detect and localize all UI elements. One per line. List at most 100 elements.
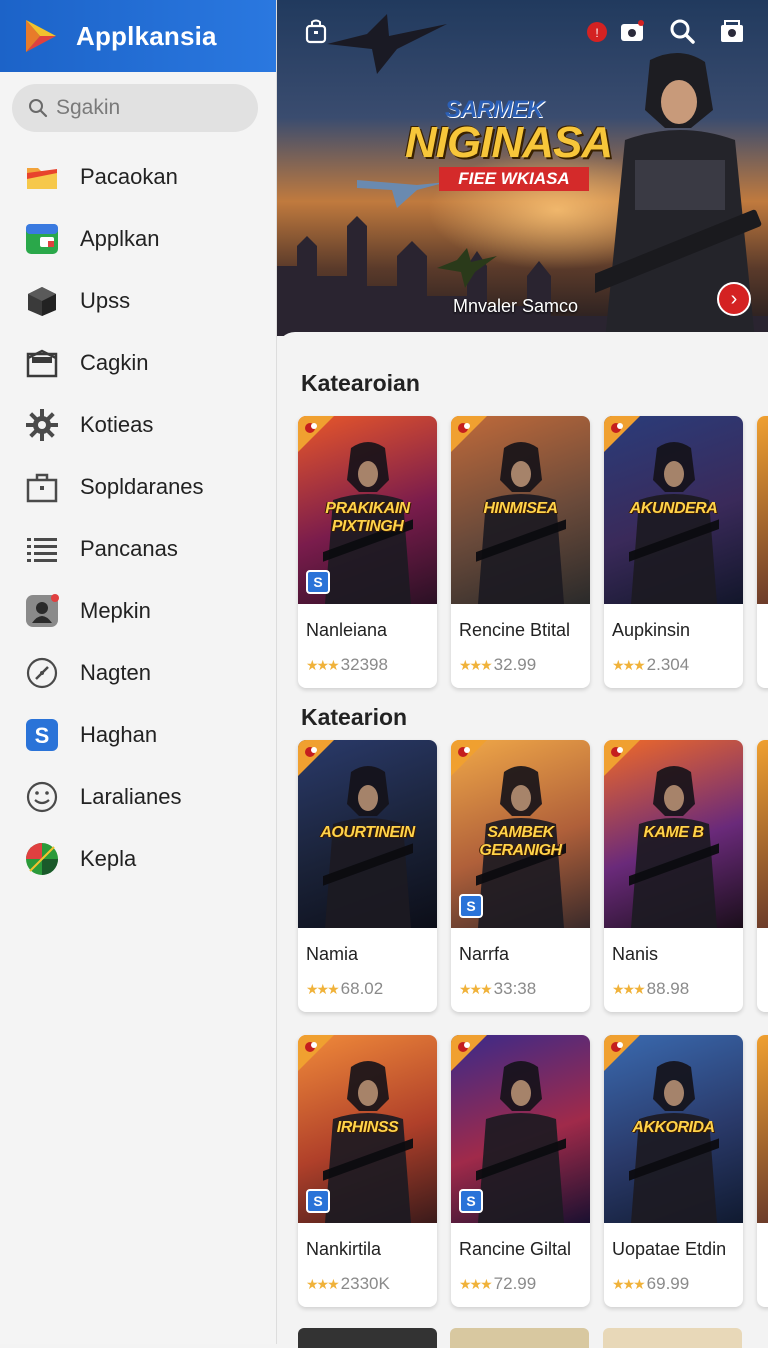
card-peek[interactable] [757,740,768,1012]
game-title: Aupkinsin [612,620,691,640]
sidebar-item-pancanas[interactable]: Pancanas [0,518,276,580]
smile-icon [24,779,60,815]
game-cover-art: KAME B [604,740,743,928]
card-row: PRAKIKAIN PIXTINGH S Nanleiana ★★★32398 [298,416,768,688]
bag-icon[interactable] [301,16,331,46]
ribbon-badge-icon [604,1035,640,1071]
rating-stars-icon: ★★★ [306,1276,340,1292]
rating-value: 32.99 [493,655,537,674]
sidebar-item-kepla[interactable]: Kepla [0,828,276,890]
s-app-icon: S [24,717,60,753]
sidebar-item-haghan[interactable]: S Haghan [0,704,276,766]
game-cover-art: HINMISEA [451,416,590,604]
card-peek[interactable] [757,416,768,688]
game-card[interactable]: AKKORIDA Uopatae Etdin ★★★ 69.99 [604,1035,743,1307]
game-cover-art: AKKORIDA [604,1035,743,1223]
game-title: Rancine Giltal [459,1239,572,1259]
sidebar-item-laralianes[interactable]: Laralianes [0,766,276,828]
game-title: Nanleiana [306,620,388,640]
card-peek[interactable] [603,1328,742,1348]
folder-icon [24,159,60,195]
game-cover-title: SAMBEK GERANIGH [479,824,562,859]
game-rating: ★★★ 2330K [298,1260,437,1294]
cube-icon [24,283,60,319]
briefcase-icon [24,469,60,505]
sidebar-item-sopldaranes[interactable]: Sopldaranes [0,456,276,518]
game-rating: ★★★ 69.99 [604,1260,743,1294]
game-rating: ★★★ 72.99 [451,1260,590,1294]
sidebar-item-label: Cagkin [80,350,149,375]
ribbon-badge-icon [298,740,334,776]
game-card[interactable]: HINMISEA Rencine Btital ★★★ 32.99 [451,416,590,688]
card-peek[interactable] [298,1328,437,1348]
game-card[interactable]: AOURTINEIN Namia ★★★ 68.02 [298,740,437,1012]
game-cover-title: KAME B [643,824,704,841]
game-rating: ★★★ 88.98 [604,965,743,999]
card-peek[interactable] [757,1035,768,1307]
game-cover-title: AKKORIDA [632,1119,715,1136]
compass-icon [24,655,60,691]
ribbon-badge-icon [298,416,334,452]
game-cover-art: PRAKIKAIN PIXTINGH S [298,416,437,604]
character-figure [629,766,719,928]
sidebar-nav: Pacaokan Applkan Upss Cagkin Kotieas Sop… [0,146,276,890]
apps-icon [24,221,60,257]
rating-stars-icon: ★★★ [459,981,493,997]
rating-stars-icon: ★★★ [459,1276,493,1292]
card-row: IRHINSS S Nankirtila ★★★ 2330K S Rancine… [298,1035,768,1307]
main-content: ! SARMEK NIGINASA FIEE WKIASA Mnvaler Sa… [277,0,768,1348]
search-icon [29,99,48,118]
sidebar-item-mepkin[interactable]: Mepkin [0,580,276,642]
hero-caption: Mnvaler Samco [453,296,579,316]
ribbon-badge-icon [451,1035,487,1071]
game-card[interactable]: AKUNDERA Aupkinsin ★★★ 2.304 [604,416,743,688]
sidebar-item-label: Applkan [80,226,160,251]
game-cover-art: SAMBEK GERANIGH S [451,740,590,928]
game-cover-title: HINMISEA [483,500,558,517]
search-icon[interactable] [667,16,697,46]
game-rating: ★★★ 32398 [298,641,437,675]
sidebar-item-kotieas[interactable]: Kotieas [0,394,276,456]
hero-banner[interactable]: ! SARMEK NIGINASA FIEE WKIASA Mnvaler Sa… [277,0,768,336]
sidebar-item-label: Pancanas [80,536,178,561]
character-figure [323,1061,413,1223]
list-icon [24,531,60,567]
creature-silhouette-icon [437,248,497,288]
game-card[interactable]: S Rancine Giltal ★★★ 72.99 [451,1035,590,1307]
game-rating: ★★★ 68.02 [298,965,437,999]
ribbon-badge-icon [451,740,487,776]
s-app-icon: S [459,1189,483,1213]
game-card[interactable]: IRHINSS S Nankirtila ★★★ 2330K [298,1035,437,1307]
notification-icon[interactable]: ! [583,16,613,46]
sidebar-item-applkan[interactable]: Applkan [0,208,276,270]
svg-text:!: ! [595,26,598,40]
sidebar-item-cagkin[interactable]: Cagkin [0,332,276,394]
game-cover-art: AOURTINEIN [298,740,437,928]
card-peek[interactable] [450,1328,589,1348]
sidebar-item-pacaokan[interactable]: Pacaokan [0,146,276,208]
sidebar-item-label: Pacaokan [80,164,178,189]
character-figure [476,442,566,604]
game-cover-art: IRHINSS S [298,1035,437,1223]
game-title: Nankirtila [306,1239,382,1259]
hero-toolbar: ! [277,16,768,48]
game-rating: ★★★ 32.99 [451,641,590,675]
search-input[interactable]: Sgakin [12,84,258,132]
game-card[interactable]: SAMBEK GERANIGH S Narrfa ★★★ 33:38 [451,740,590,1012]
search-placeholder: Sgakin [56,96,121,119]
game-card[interactable]: KAME B Nanis ★★★ 88.98 [604,740,743,1012]
character-figure [323,766,413,928]
app-header: Applkansia [0,0,276,72]
game-card[interactable]: PRAKIKAIN PIXTINGH S Nanleiana ★★★ 32398 [298,416,437,688]
rating-value: 68.02 [340,979,384,998]
game-title: Uopatae Etdin [612,1239,727,1259]
sidebar-item-nagten[interactable]: Nagten [0,642,276,704]
store-icon[interactable] [717,16,747,46]
character-figure [476,1061,566,1223]
hero-next-button[interactable]: › [717,282,751,316]
camera-icon[interactable] [617,16,647,46]
rating-value: 33:38 [493,979,537,998]
sidebar-item-upss[interactable]: Upss [0,270,276,332]
envelope-icon [24,345,60,381]
hero-logo-ribbon: FIEE WKIASA [439,167,589,191]
